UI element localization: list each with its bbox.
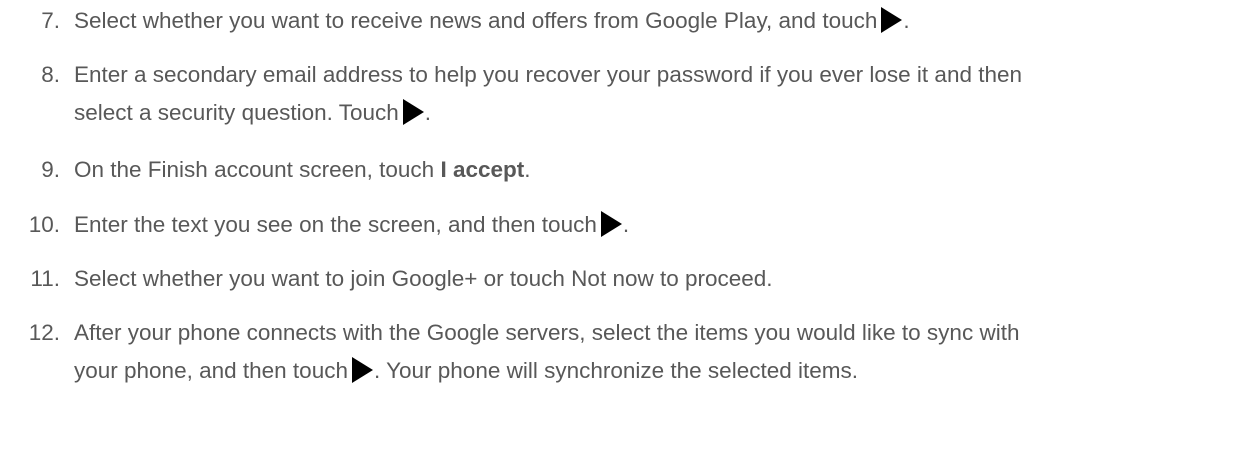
step-text: On the Finish account screen, touch I ac… (74, 151, 1234, 189)
step-text-before: your phone, and then touch (74, 358, 348, 383)
step-text-after: . (622, 212, 630, 237)
step-number: 8. (41, 62, 60, 87)
step-text-before: Select whether you want to receive news … (74, 8, 878, 33)
step-text-before: Enter the text you see on the screen, an… (74, 212, 597, 237)
step-text: Select whether you want to join Google+ … (74, 266, 773, 291)
step-text-before: select a security question. Touch (74, 100, 399, 125)
step-text-line-1: After your phone connects with the Googl… (74, 320, 1020, 345)
step-text: Select whether you want to receive news … (74, 2, 1234, 40)
step-text: Enter a secondary email address to help … (74, 56, 1234, 132)
next-arrow-icon (350, 356, 374, 384)
step-number: 9. (41, 157, 60, 182)
step-text: Enter the text you see on the screen, an… (74, 206, 1234, 244)
step-text-line-1: Enter a secondary email address to help … (74, 62, 1023, 87)
step-text: After your phone connects with the Googl… (74, 314, 1234, 390)
next-arrow-icon (879, 6, 903, 34)
step-number: 7. (41, 8, 60, 33)
step-text-line-2: your phone, and then touch . Your phone w… (74, 352, 1234, 390)
i-accept-label: I accept (440, 157, 525, 182)
step-text-after: . (903, 8, 910, 33)
step-number: 12. (28, 320, 60, 345)
step-text-line-2: select a security question. Touch. (74, 94, 1234, 132)
step-text-after: . Your phone will synchronize the select… (373, 358, 858, 383)
step-text-after: . (524, 157, 531, 182)
step-text-after: . (424, 100, 432, 125)
step-number: 10. (28, 212, 60, 237)
next-arrow-icon (599, 210, 623, 238)
step-text-before: On the Finish account screen, touch (74, 157, 441, 182)
next-arrow-icon (401, 98, 425, 126)
step-number: 11. (30, 266, 60, 291)
